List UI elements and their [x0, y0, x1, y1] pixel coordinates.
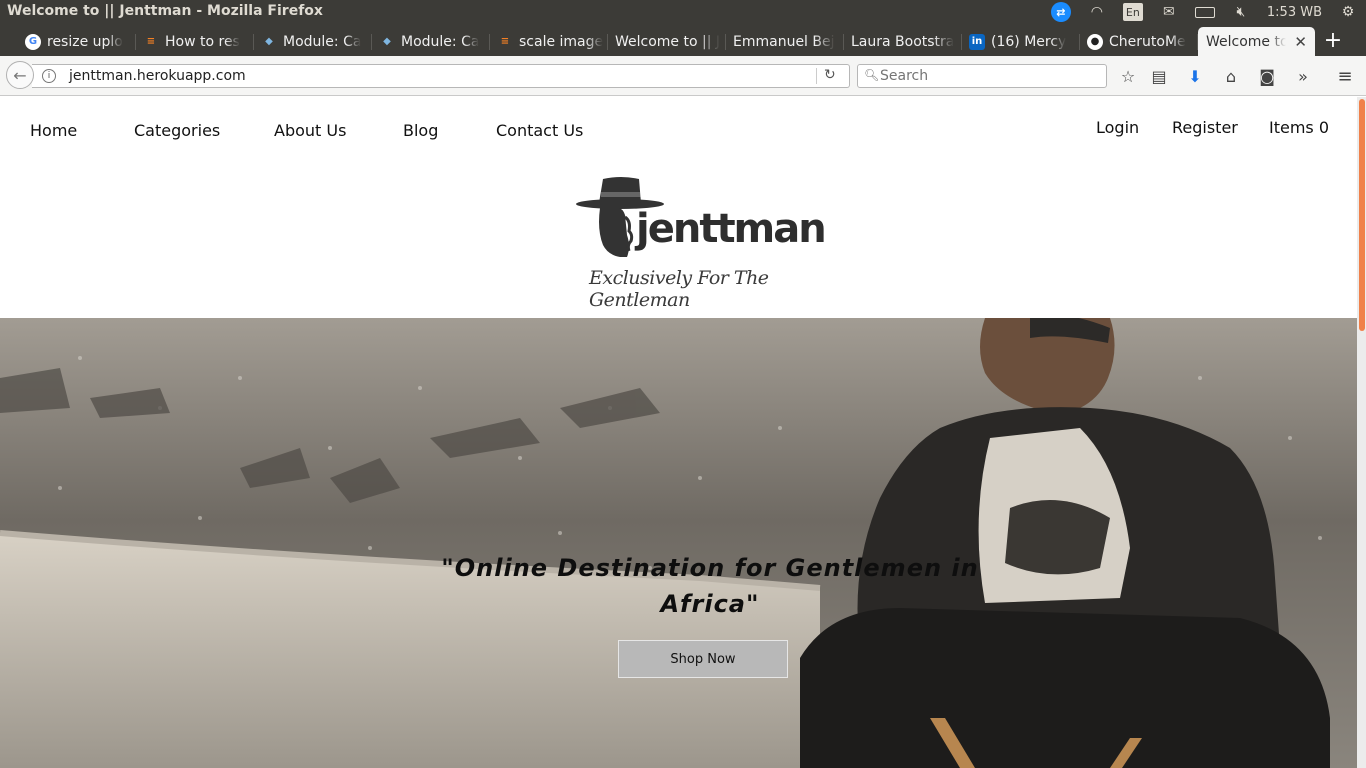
- tab-label: (16) Mercy: [991, 33, 1067, 50]
- nav-categories-link[interactable]: Categories: [134, 121, 220, 140]
- hero-background-image: [0, 318, 1357, 768]
- battery-icon[interactable]: [1194, 3, 1215, 21]
- tab-github-cherutome[interactable]: ● CherutoMe: [1080, 27, 1198, 56]
- new-tab-button[interactable]: +: [1322, 27, 1344, 53]
- scrollbar-thumb[interactable]: [1359, 99, 1365, 331]
- navigation-toolbar: i jenttman.herokuapp.com ↻ ← 🔍︎ ☆ ▤ ⬇ ⌂ …: [0, 56, 1366, 96]
- register-link[interactable]: Register: [1172, 118, 1238, 137]
- cart-items-link[interactable]: Items 0: [1269, 118, 1329, 137]
- hero-quote: "Online Destination for Gentlemen in Afr…: [441, 554, 979, 618]
- nav-home-link[interactable]: Home: [30, 121, 77, 140]
- url-bar[interactable]: i jenttman.herokuapp.com ↻: [32, 64, 850, 88]
- stackoverflow-icon: ≡: [146, 36, 156, 47]
- linkedin-icon: in: [969, 33, 985, 50]
- module-icon: ◆: [383, 36, 391, 47]
- back-button[interactable]: ←: [6, 61, 34, 89]
- tab-label: Laura Bootstra: [851, 33, 955, 50]
- tab-linkedin-mercy[interactable]: in (16) Mercy: [962, 27, 1080, 56]
- login-link[interactable]: Login: [1096, 118, 1139, 137]
- shop-now-button[interactable]: Shop Now: [618, 640, 788, 678]
- tab-module-ca-1[interactable]: ◆ Module: Ca: [254, 27, 372, 56]
- nav-about-link[interactable]: About Us: [274, 121, 346, 140]
- page-scrollbar[interactable]: [1357, 97, 1366, 768]
- tab-label: Emmanuel Bej: [733, 33, 835, 50]
- window-title-bar: Welcome to || Jenttman - Mozilla Firefox…: [0, 0, 1366, 24]
- tab-label: Welcome to || J: [615, 33, 721, 50]
- reload-icon[interactable]: ↻: [824, 67, 836, 83]
- tab-label: Module: Ca: [401, 33, 480, 50]
- system-tray: ⇄ ◠ En ✉ 🔇︎ 1:53 WB ⚙: [1050, 2, 1358, 22]
- search-icon: 🔍︎: [864, 68, 880, 82]
- mail-icon[interactable]: ✉: [1159, 3, 1179, 21]
- tab-scale-image[interactable]: ≡ scale image: [490, 27, 608, 56]
- stackoverflow-icon: ≡: [500, 36, 510, 47]
- tab-label: Module: Ca: [283, 33, 362, 50]
- module-icon: ◆: [265, 36, 273, 47]
- pocket-icon[interactable]: ◙: [1256, 65, 1278, 87]
- home-icon[interactable]: ⌂: [1220, 65, 1242, 87]
- tab-emmanuel[interactable]: Emmanuel Bej: [726, 27, 844, 56]
- hamburger-menu-icon[interactable]: ≡: [1334, 65, 1356, 87]
- tab-label: CherutoMe: [1109, 33, 1186, 50]
- keyboard-layout-indicator[interactable]: En: [1122, 3, 1143, 21]
- clock[interactable]: 1:53 WB: [1267, 5, 1322, 20]
- logo-tagline: Exclusively For The Gentleman: [589, 267, 769, 311]
- github-icon: ●: [1087, 33, 1103, 50]
- tab-label: Welcome to: [1206, 33, 1286, 50]
- site-logo[interactable]: jenttman Exclusively For The Gentleman: [575, 175, 827, 311]
- teamviewer-icon[interactable]: ⇄: [1050, 2, 1071, 22]
- info-icon[interactable]: i: [42, 69, 56, 83]
- google-icon: G: [25, 33, 41, 50]
- gear-icon[interactable]: ⚙: [1338, 3, 1358, 21]
- nav-contact-link[interactable]: Contact Us: [496, 121, 583, 140]
- search-bar[interactable]: 🔍︎: [857, 64, 1107, 88]
- tab-how-to-resize[interactable]: ≡ How to res: [136, 27, 254, 56]
- tab-label: scale image: [519, 33, 604, 50]
- tab-welcome[interactable]: Welcome to || J: [608, 27, 726, 56]
- tab-laura-bootstrap[interactable]: Laura Bootstra: [844, 27, 962, 56]
- volume-muted-icon[interactable]: 🔇︎: [1231, 3, 1251, 21]
- wifi-icon[interactable]: ◠: [1087, 3, 1107, 21]
- search-input[interactable]: [880, 67, 1100, 85]
- tab-welcome-active[interactable]: Welcome to ✕: [1198, 27, 1315, 56]
- logo-wordmark: jenttman: [636, 206, 827, 252]
- hero-banner: "Online Destination for Gentlemen in Afr…: [0, 318, 1357, 768]
- tab-label: How to res: [165, 33, 240, 50]
- bookmark-star-icon[interactable]: ☆: [1117, 65, 1139, 87]
- window-title: Welcome to || Jenttman - Mozilla Firefox: [7, 3, 323, 19]
- web-page: Home Categories About Us Blog Contact Us…: [0, 97, 1366, 768]
- url-text[interactable]: jenttman.herokuapp.com: [69, 68, 246, 84]
- nav-blog-link[interactable]: Blog: [403, 121, 438, 140]
- tab-module-ca-2[interactable]: ◆ Module: Ca: [372, 27, 490, 56]
- overflow-chevron-icon[interactable]: »: [1292, 65, 1314, 87]
- reading-list-icon[interactable]: ▤: [1148, 65, 1170, 87]
- downloads-icon[interactable]: ⬇: [1184, 65, 1206, 87]
- tab-label: resize uplo: [47, 33, 123, 50]
- url-separator: [816, 68, 817, 84]
- close-tab-icon[interactable]: ✕: [1294, 33, 1307, 51]
- back-arrow-icon: ←: [13, 65, 27, 85]
- tab-strip: G resize uplo ≡ How to res ◆ Module: Ca …: [0, 24, 1366, 56]
- tab-resize-upload[interactable]: G resize uplo: [18, 27, 136, 56]
